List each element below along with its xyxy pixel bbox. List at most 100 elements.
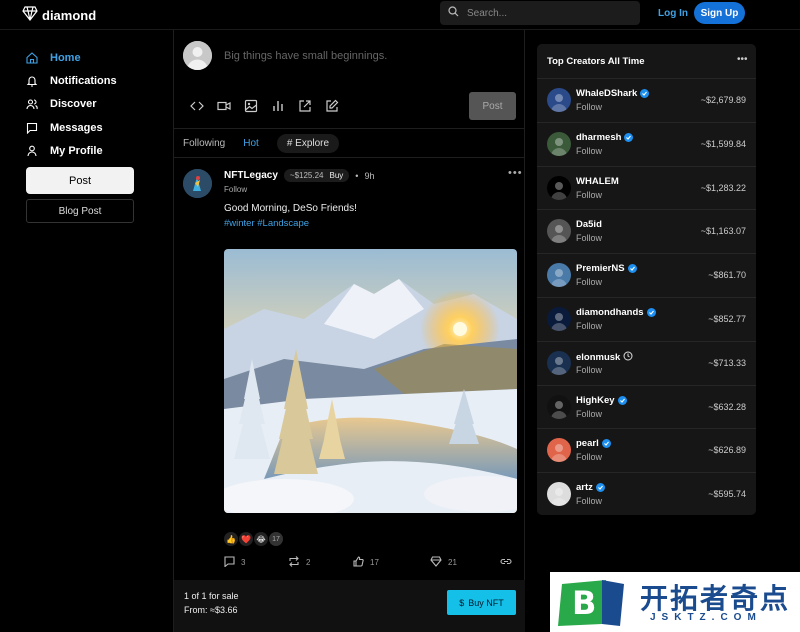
creator-username: pearl <box>576 438 599 450</box>
creator-coin-price[interactable]: ~$125.24 Buy <box>283 169 350 182</box>
creator-row[interactable]: pearl Follow ~$626.89 <box>537 428 756 472</box>
buy-coin-button[interactable]: Buy <box>330 171 344 180</box>
brand-name: diamond <box>42 7 97 23</box>
avatar[interactable] <box>547 438 571 463</box>
creator-row[interactable]: dharmesh Follow ~$1,599.84 <box>537 121 756 166</box>
blog-post-button[interactable]: Blog Post <box>26 199 134 223</box>
creator-name[interactable]: diamondhands <box>576 307 656 318</box>
creator-name[interactable]: elonmusk <box>576 351 633 364</box>
sidebar-item-home[interactable]: Home <box>22 46 142 69</box>
reactions-bar[interactable]: 👍 ❤️ 😂 17 <box>224 532 283 546</box>
sidebar-item-messages[interactable]: Messages <box>22 116 142 139</box>
follow-link[interactable]: Follow <box>576 146 602 156</box>
creator-coin-value: ~$1,283.22 <box>700 182 746 193</box>
post-username[interactable]: NFTLegacy <box>224 170 278 181</box>
creator-name[interactable]: dharmesh <box>576 132 634 143</box>
avatar[interactable] <box>547 350 571 375</box>
creator-name[interactable]: Da5id <box>576 219 602 230</box>
avatar[interactable] <box>547 263 571 288</box>
follow-link[interactable]: Follow <box>576 409 602 419</box>
creator-name[interactable]: WhaleDShark <box>576 88 650 99</box>
avatar[interactable] <box>183 169 212 198</box>
post-separator: • <box>355 170 359 181</box>
thumbs-up-reaction-icon[interactable]: 👍 <box>224 532 238 546</box>
sidebar-item-discover[interactable]: Discover <box>22 93 142 116</box>
follow-link[interactable]: Follow <box>576 452 602 462</box>
follow-link[interactable]: Follow <box>576 190 602 200</box>
follow-link[interactable]: Follow <box>576 102 602 112</box>
dollar-icon: $ <box>459 597 465 608</box>
creator-row[interactable]: PremierNS Follow ~$861.70 <box>537 253 756 297</box>
sidebar-item-my-profile[interactable]: My Profile <box>22 140 142 163</box>
avatar[interactable] <box>547 482 571 507</box>
creator-row[interactable]: Da5id Follow ~$1,163.07 <box>537 209 756 253</box>
verified-badge-icon <box>640 89 650 98</box>
follow-link[interactable]: Follow <box>224 185 247 194</box>
composer-input[interactable]: Big things have small beginnings. <box>224 50 387 62</box>
avatar[interactable] <box>547 307 571 331</box>
nft-availability: 1 of 1 for sale <box>184 591 239 601</box>
comment-button[interactable]: 3 <box>224 556 245 569</box>
external-link-icon[interactable] <box>298 99 312 113</box>
follow-link[interactable]: Follow <box>576 233 602 243</box>
sidebar-item-label: Discover <box>50 98 97 111</box>
avatar[interactable] <box>547 175 571 200</box>
tab-explore[interactable]: # Explore <box>276 134 340 153</box>
diamond-button[interactable]: 21 <box>430 556 457 569</box>
avatar[interactable] <box>547 88 571 112</box>
video-icon[interactable] <box>217 99 231 113</box>
follow-link[interactable]: Follow <box>576 321 602 331</box>
follow-link[interactable]: Follow <box>576 365 602 375</box>
creator-row[interactable]: WhaleDShark Follow ~$2,679.89 <box>537 78 756 122</box>
composer-post-button[interactable]: Post <box>469 92 516 120</box>
avatar[interactable] <box>547 394 571 419</box>
edit-icon[interactable] <box>325 99 339 113</box>
signup-button[interactable]: Sign Up <box>694 2 745 24</box>
code-icon[interactable] <box>190 99 204 113</box>
search-input[interactable]: Search... <box>467 8 507 19</box>
follow-link[interactable]: Follow <box>576 277 602 287</box>
like-button[interactable]: 17 <box>353 556 379 569</box>
creator-row[interactable]: WHALEM Follow ~$1,283.22 <box>537 165 756 210</box>
sidebar-post-button[interactable]: Post <box>26 167 134 194</box>
composer-toolbar <box>190 99 339 113</box>
creator-name[interactable]: PremierNS <box>576 263 637 274</box>
creator-name[interactable]: HighKey <box>576 395 627 406</box>
creator-name[interactable]: WHALEM <box>576 176 619 187</box>
creator-username: diamondhands <box>576 307 644 318</box>
image-icon[interactable] <box>244 99 258 113</box>
link-icon <box>500 556 512 569</box>
post-image[interactable] <box>224 249 517 513</box>
follow-link[interactable]: Follow <box>576 496 602 506</box>
repost-count: 2 <box>306 558 311 567</box>
avatar[interactable] <box>547 219 571 244</box>
heart-reaction-icon[interactable]: ❤️ <box>239 532 253 546</box>
users-icon <box>26 98 38 110</box>
creator-row[interactable]: elonmusk Follow ~$713.33 <box>537 340 756 385</box>
verified-badge-icon <box>646 308 656 317</box>
creator-row[interactable]: artz Follow ~$595.74 <box>537 472 756 515</box>
buy-nft-button[interactable]: $ Buy NFT <box>447 590 516 615</box>
creator-coin-value: ~$1,599.84 <box>700 138 746 149</box>
creator-name[interactable]: artz <box>576 482 605 493</box>
tab-following[interactable]: Following <box>183 138 225 149</box>
brand-logo[interactable]: diamond <box>22 6 96 24</box>
more-options-icon[interactable]: ••• <box>508 167 523 179</box>
sidebar-item-notifications[interactable]: Notifications <box>22 69 142 92</box>
laugh-reaction-icon[interactable]: 😂 <box>254 532 268 546</box>
search-bar[interactable]: Search... <box>440 1 640 25</box>
avatar <box>183 41 212 70</box>
avatar[interactable] <box>547 131 571 156</box>
repost-button[interactable]: 2 <box>288 556 310 569</box>
comment-icon <box>224 556 235 569</box>
login-link[interactable]: Log In <box>658 8 688 19</box>
more-options-icon[interactable]: ••• <box>737 54 748 65</box>
tab-hot[interactable]: Hot <box>243 138 259 149</box>
post-hashtags[interactable]: #winter #Landscape <box>224 218 309 229</box>
share-link-button[interactable] <box>500 556 512 569</box>
chart-icon[interactable] <box>271 99 285 113</box>
creator-name[interactable]: pearl <box>576 438 611 449</box>
creator-username: HighKey <box>576 394 615 406</box>
creator-row[interactable]: HighKey Follow ~$632.28 <box>537 384 756 429</box>
creator-row[interactable]: diamondhands Follow ~$852.77 <box>537 297 756 341</box>
